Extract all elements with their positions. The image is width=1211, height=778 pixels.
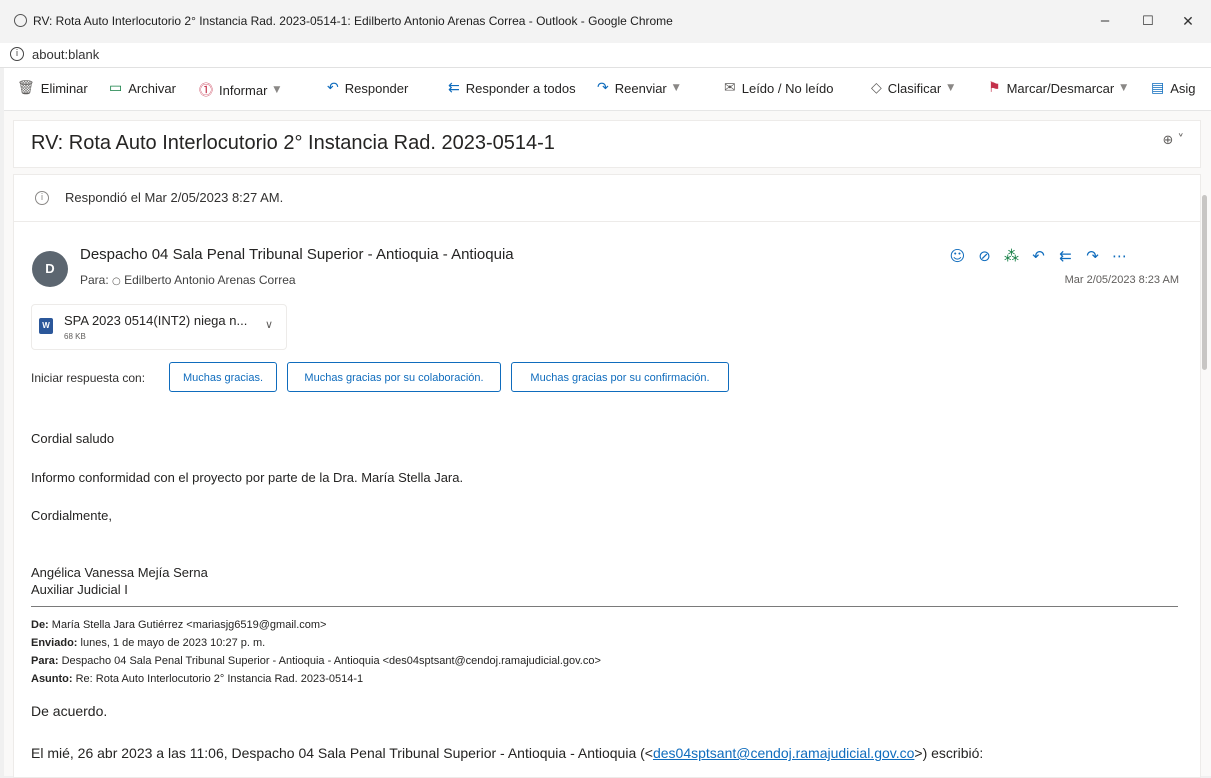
quoted-header: El mié, 26 abr 2023 a las 11:06, Despach… [31, 745, 984, 761]
subject-header: RV: Rota Auto Interlocutorio 2° Instanci… [13, 120, 1201, 168]
chevron-down-icon: ▼ [1120, 83, 1128, 93]
forward-from: De: María Stella Jara Gutiérrez <mariasj… [31, 619, 327, 631]
globe-icon [14, 14, 27, 27]
info-icon: i [10, 47, 24, 61]
more-icon[interactable]: ⋯ [1106, 245, 1133, 267]
browser-title-bar: RV: Rota Auto Interlocutorio 2° Instanci… [0, 0, 1211, 44]
message-date: Mar 2/05/2023 8:23 AM [1064, 274, 1179, 286]
signature-title: Auxiliar Judicial I [31, 582, 128, 597]
chevron-down-icon: ▼ [273, 85, 281, 95]
recipient-line: Para: ○ Edilberto Antonio Arenas Correa [80, 273, 296, 287]
presence-icon: ○ [112, 276, 121, 287]
info-bar: i Respondió el Mar 2/05/2023 8:27 AM. [14, 175, 1200, 222]
reply-all-icon: ⇇ [448, 80, 460, 96]
to-label: Para: [80, 273, 109, 287]
url-text[interactable]: about:blank [32, 47, 99, 62]
report-label: Informar [219, 82, 268, 98]
forward-icon: ↷ [597, 80, 609, 96]
body-line: Informo conformidad con el proyecto por … [31, 470, 464, 485]
forward-subject: Asunto: Re: Rota Auto Interlocutorio 2° … [31, 673, 364, 685]
maximize-button[interactable]: ☐ [1128, 8, 1168, 34]
assign-icon: ▤ [1151, 80, 1165, 96]
quick-reply-label: Iniciar respuesta con: [31, 371, 146, 385]
quick-reply-option-2[interactable]: Muchas gracias por su colaboración. [287, 362, 501, 392]
attachment-size: 68 KB [64, 332, 86, 341]
signature-name: Angélica Vanessa Mejía Serna [31, 565, 208, 580]
sender-name[interactable]: Despacho 04 Sala Penal Tribunal Superior… [80, 246, 514, 263]
report-icon: ⓵ [199, 83, 213, 99]
trash-icon: 🗑 [17, 80, 35, 96]
emoji-icon[interactable]: ☺ [944, 245, 971, 267]
reply-all-label: Responder a todos [465, 80, 576, 96]
report-button[interactable]: ⓵ Informar ▼ [199, 80, 280, 100]
quick-reply-option-3[interactable]: Muchas gracias por su confirmación. [511, 362, 729, 392]
address-bar[interactable]: i about:blank [0, 43, 1211, 68]
reply-text: De acuerdo. [31, 703, 108, 719]
message-actions: ☺ ⊘ ⁂ ↶ ⇇ ↷ ⋯ [944, 245, 1133, 267]
forward-separator [31, 606, 1178, 607]
avatar[interactable]: D [32, 251, 68, 287]
forward-to: Para: Despacho 04 Sala Penal Tribunal Su… [31, 655, 601, 667]
reply-label: Responder [344, 80, 409, 96]
recipient-name[interactable]: Edilberto Antonio Arenas Correa [124, 273, 295, 287]
apps-icon[interactable]: ⁂ [998, 245, 1025, 267]
email-subject: RV: Rota Auto Interlocutorio 2° Instanci… [31, 132, 555, 154]
chevron-down-icon[interactable]: ∨ [265, 318, 273, 331]
attachment-card[interactable]: W SPA 2023 0514(INT2) niega n... 68 KB ∨ [31, 304, 287, 350]
chevron-down-icon: ▼ [947, 83, 955, 93]
reply-icon[interactable]: ↶ [1025, 245, 1052, 267]
delete-label: Eliminar [40, 80, 88, 96]
window-title: RV: Rota Auto Interlocutorio 2° Instanci… [33, 14, 673, 28]
flag-label: Marcar/Desmarcar [1006, 80, 1115, 96]
reply-icon: ↶ [327, 80, 339, 96]
categorize-button[interactable]: ◇ Clasificar ▼ [871, 80, 954, 96]
zoom-icon[interactable]: ⊕ ˅ [1162, 133, 1184, 148]
forward-icon[interactable]: ↷ [1079, 245, 1106, 267]
scrollbar-thumb[interactable] [1202, 195, 1207, 370]
attachment-name[interactable]: SPA 2023 0514(INT2) niega n... [64, 313, 247, 328]
close-button[interactable]: ✕ [1168, 8, 1208, 34]
forward-sent: Enviado: lunes, 1 de mayo de 2023 10:27 … [31, 637, 266, 649]
reply-all-icon[interactable]: ⇇ [1052, 245, 1079, 267]
quick-reply-option-1[interactable]: Muchas gracias. [169, 362, 277, 392]
forward-button[interactable]: ↷ Reenviar ▼ [597, 80, 680, 96]
read-unread-button[interactable]: ✉ Leído / No leído [724, 80, 834, 96]
assign-label: Asig [1170, 80, 1196, 96]
envelope-open-icon: ✉ [724, 80, 736, 96]
reply-all-button[interactable]: ⇇ Responder a todos [448, 80, 576, 96]
forward-label: Reenviar [614, 80, 667, 96]
delete-button[interactable]: 🗑 Eliminar [17, 80, 88, 96]
flag-button[interactable]: ⚑ Marcar/Desmarcar ▼ [988, 80, 1127, 96]
assign-button[interactable]: ▤ Asig [1151, 80, 1196, 96]
minimize-button[interactable]: – [1085, 8, 1125, 34]
tag-outline-icon[interactable]: ⊘ [971, 245, 998, 267]
word-file-icon: W [39, 318, 53, 334]
email-link[interactable]: des04sptsant@cendoj.ramajudicial.gov.co [653, 745, 914, 761]
reply-button[interactable]: ↶ Responder [327, 80, 408, 96]
archive-label: Archivar [128, 80, 176, 96]
read-unread-label: Leído / No leído [741, 80, 834, 96]
info-icon: i [35, 191, 49, 205]
archive-icon: ▭ [109, 80, 123, 96]
categorize-label: Clasificar [887, 80, 942, 96]
command-toolbar: 🗑 Eliminar ▭ Archivar ⓵ Informar ▼ ↶ Res… [4, 68, 1211, 111]
body-closing: Cordialmente, [31, 508, 112, 523]
chevron-down-icon: ▼ [672, 83, 680, 93]
message-card: i Respondió el Mar 2/05/2023 8:27 AM. D … [13, 174, 1201, 778]
archive-button[interactable]: ▭ Archivar [109, 80, 176, 96]
flag-icon: ⚑ [988, 80, 1001, 96]
replied-notice: Respondió el Mar 2/05/2023 8:27 AM. [65, 190, 284, 205]
tag-icon: ◇ [871, 80, 882, 96]
body-greeting: Cordial saludo [31, 431, 115, 446]
